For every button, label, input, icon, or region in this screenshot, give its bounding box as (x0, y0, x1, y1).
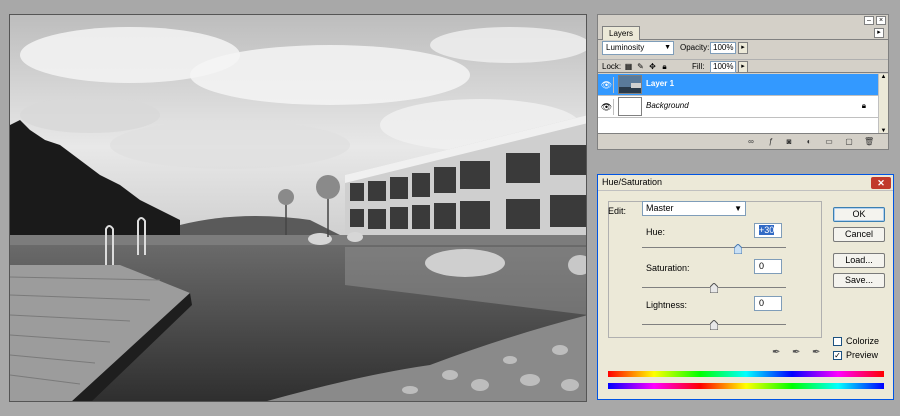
save-button[interactable]: Save... (833, 273, 885, 288)
lock-row: Lock: ▦ ✎ ✥ 🔒︎ Fill: 100% ▸ (598, 59, 888, 73)
result-color-bar (608, 383, 884, 389)
saturation-input[interactable]: 0 (754, 259, 782, 274)
edit-label: Edit: (608, 206, 627, 216)
opacity-input[interactable]: 100% (710, 42, 736, 54)
dialog-title: Hue/Saturation (602, 177, 663, 187)
adjustment-group (608, 201, 822, 338)
mask-icon[interactable]: ◙ (784, 137, 794, 147)
load-button[interactable]: Load... (833, 253, 885, 268)
lock-transparency-icon[interactable]: ▦ (624, 62, 633, 71)
chevron-down-icon: ▼ (664, 44, 671, 51)
hue-input[interactable]: +30 (754, 223, 782, 238)
panel-menu-icon[interactable]: ▸ (874, 28, 884, 38)
fx-icon[interactable]: ƒ (766, 137, 776, 147)
scroll-up-icon[interactable]: ▲ (879, 74, 888, 80)
lock-label: Lock: (602, 62, 622, 71)
layer-thumbnail (618, 75, 642, 94)
lightness-label: Lightness: (646, 300, 688, 310)
new-layer-icon[interactable]: ▢ (844, 137, 854, 147)
eyedropper-minus-icon[interactable]: ✒ (812, 347, 820, 358)
hue-slider-thumb[interactable] (734, 244, 742, 254)
layers-titlebar[interactable]: – × (598, 15, 888, 26)
layer-row-background[interactable]: 👁︎ Background 🔒︎ (598, 96, 878, 118)
lock-brush-icon[interactable]: ✎ (636, 62, 645, 71)
blend-row: Luminosity ▼ Opacity: 100% ▸ (602, 41, 884, 57)
blend-mode-select[interactable]: Luminosity ▼ (602, 41, 674, 55)
lightness-input[interactable]: 0 (754, 296, 782, 311)
lock-icon: 🔒︎ (861, 101, 866, 110)
lake-building-photo (10, 15, 586, 401)
layers-panel: – × Layers ▸ Luminosity ▼ Opacity: 100% … (597, 14, 889, 150)
folder-icon[interactable]: ▭ (824, 137, 834, 147)
eye-icon[interactable]: 👁︎ (600, 77, 614, 93)
hue-label: Hue: (646, 227, 666, 237)
trash-icon[interactable]: 🗑︎ (864, 137, 874, 147)
lightness-slider-thumb[interactable] (710, 320, 718, 330)
source-color-bar (608, 371, 884, 377)
saturation-slider-thumb[interactable] (710, 283, 718, 293)
link-icon[interactable]: ∞ (746, 137, 756, 147)
chevron-down-icon: ▼ (734, 204, 742, 213)
layer-list: 👁︎ Layer 1 👁︎ Background 🔒︎ (598, 74, 878, 134)
layer-name: Layer 1 (646, 79, 675, 88)
lock-all-icon[interactable]: 🔒︎ (660, 62, 669, 71)
blend-mode-value: Luminosity (606, 43, 645, 52)
layer-row-layer-1[interactable]: 👁︎ Layer 1 (598, 74, 878, 96)
photo-thumbnail-icon (619, 76, 641, 93)
layers-footer: ∞ ƒ ◙ ◐ ▭ ▢ 🗑︎ (598, 133, 888, 149)
eyedropper-plus-icon[interactable]: ✒ (792, 347, 800, 358)
layer-scrollbar[interactable]: ▲ ▼ (878, 74, 888, 134)
tab-layers[interactable]: Layers (602, 26, 641, 40)
eyedropper-icon[interactable]: ✒ (772, 347, 780, 358)
edit-select[interactable]: Master ▼ (642, 201, 746, 216)
lock-move-icon[interactable]: ✥ (648, 62, 657, 71)
document-image[interactable] (9, 14, 587, 402)
fill-slider-button[interactable]: ▸ (738, 61, 748, 73)
opacity-label: Opacity: (680, 43, 710, 52)
close-icon[interactable]: ✕ (871, 177, 891, 189)
close-icon[interactable]: × (876, 16, 886, 25)
adjustment-icon[interactable]: ◐ (804, 137, 814, 147)
opacity-slider-button[interactable]: ▸ (738, 42, 748, 54)
hue-saturation-dialog: Hue/Saturation ✕ Edit: Master ▼ Hue: +30… (597, 174, 894, 400)
saturation-label: Saturation: (646, 263, 690, 273)
layer-thumbnail (618, 97, 642, 116)
cancel-button[interactable]: Cancel (833, 227, 885, 242)
fill-label: Fill: (692, 62, 705, 71)
eye-icon[interactable]: 👁︎ (600, 99, 614, 115)
fill-input[interactable]: 100% (710, 61, 736, 73)
layer-name: Background (646, 101, 689, 110)
edit-select-value: Master (646, 203, 674, 213)
layers-tabrow: Layers ▸ (598, 26, 888, 40)
hue-value: +30 (759, 225, 775, 235)
hue-slider-track[interactable] (642, 247, 786, 248)
dialog-titlebar[interactable]: Hue/Saturation ✕ (598, 175, 893, 191)
colorize-checkbox[interactable] (833, 337, 842, 346)
minimize-icon[interactable]: – (864, 16, 874, 25)
preview-label: Preview (846, 350, 879, 360)
colorize-label: Colorize (846, 336, 880, 346)
preview-checkbox[interactable]: ✓ (833, 351, 842, 360)
ok-button[interactable]: OK (833, 207, 885, 222)
